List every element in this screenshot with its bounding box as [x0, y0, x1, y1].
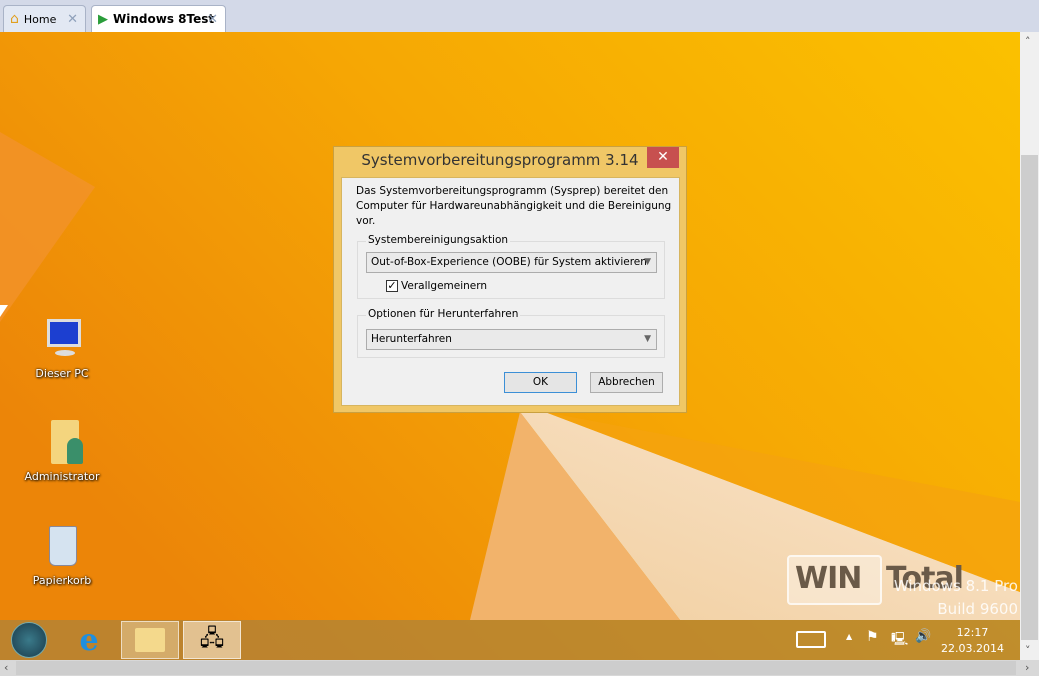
shutdown-options-select[interactable]: Herunterfahren ▼: [366, 329, 657, 350]
cleanup-action-group: Systembereinigungsaktion Out-of-Box-Expe…: [357, 234, 665, 299]
taskbar-network-app[interactable]: 🖧: [183, 621, 241, 659]
recycle-bin-icon: [37, 524, 87, 570]
start-icon: [11, 622, 47, 658]
generalize-checkbox[interactable]: ✓ Verallgemeinern: [386, 280, 487, 292]
action-center-flag-icon[interactable]: ⚑: [866, 629, 879, 645]
select-value: Out-of-Box-Experience (OOBE) für System …: [371, 256, 647, 268]
tab-label: Home: [23, 12, 57, 26]
home-icon: ⌂: [10, 11, 19, 27]
scroll-left-icon[interactable]: ‹: [4, 661, 8, 674]
cleanup-action-label: Systembereinigungsaktion: [366, 234, 511, 246]
close-button[interactable]: ✕: [647, 147, 679, 168]
generalize-label: Verallgemeinern: [401, 280, 488, 292]
icon-label: Papierkorb: [32, 574, 92, 587]
shutdown-options-label: Optionen für Herunterfahren: [366, 308, 521, 320]
watermark-build: Build 9600: [937, 600, 1018, 618]
clock-time: 12:17: [956, 626, 989, 639]
show-hidden-icons-icon[interactable]: ▲: [846, 632, 852, 641]
start-button[interactable]: [0, 621, 58, 659]
clock[interactable]: 12:17 22.03.2014: [941, 625, 1004, 657]
shutdown-options-group: Optionen für Herunterfahren Herunterfahr…: [357, 308, 665, 358]
internet-explorer-icon: e: [79, 622, 99, 658]
scroll-right-icon[interactable]: ›: [1025, 661, 1029, 674]
tab-home[interactable]: ⌂ Home ✕: [3, 5, 86, 32]
taskbar-file-explorer[interactable]: [121, 621, 179, 659]
folder-icon: [135, 628, 165, 652]
ok-button[interactable]: OK: [504, 372, 577, 393]
computer-icon: [37, 317, 87, 363]
icon-label: Administrator: [24, 470, 100, 483]
network-icon[interactable]: 🖳: [891, 630, 908, 652]
windows-watermark: Windows 8.1 Pro Build 9600: [894, 575, 1018, 621]
desktop-icon-dieser-pc[interactable]: Dieser PC: [17, 317, 107, 380]
taskbar-internet-explorer[interactable]: e: [60, 621, 118, 659]
touch-keyboard-icon[interactable]: [796, 631, 826, 648]
vm-play-icon: ▶: [98, 11, 108, 27]
tab-windows-8test[interactable]: ▶ Windows 8Test ✕: [91, 5, 226, 32]
clock-date: 22.03.2014: [941, 642, 1004, 655]
wintotal-logo: WIN Total: [787, 555, 964, 605]
cancel-button[interactable]: Abbrechen: [590, 372, 663, 393]
scroll-down-icon[interactable]: ˅: [1025, 644, 1031, 657]
chevron-down-icon: ▼: [644, 334, 651, 344]
system-tray: ▲ ⚑ 🖳 🔊 12:17 22.03.2014: [780, 620, 1020, 660]
horizontal-scroll-thumb[interactable]: [16, 661, 1016, 675]
volume-icon[interactable]: 🔊: [915, 629, 931, 644]
close-tab-icon[interactable]: ✕: [207, 12, 218, 27]
dialog-body: Das Systemvorbereitungsprogramm (Sysprep…: [341, 177, 680, 406]
tab-bar: ⌂ Home ✕ ▶ Windows 8Test ✕: [0, 0, 1039, 32]
scroll-up-icon[interactable]: ˄: [1025, 35, 1031, 48]
checkbox-checked-icon: ✓: [386, 279, 398, 292]
cleanup-action-select[interactable]: Out-of-Box-Experience (OOBE) für System …: [366, 252, 657, 273]
description-line: Das Systemvorbereitungsprogramm (Sysprep…: [356, 185, 669, 197]
vertical-scrollbar[interactable]: ˄ ˅: [1020, 32, 1039, 660]
description-line: Computer für Hardwareunabhängigkeit und …: [356, 200, 672, 227]
select-value: Herunterfahren: [371, 333, 452, 345]
desktop-icon-administrator[interactable]: Administrator: [17, 420, 107, 483]
horizontal-scrollbar[interactable]: ‹ ›: [0, 660, 1039, 676]
chevron-down-icon: ▼: [644, 257, 651, 267]
dialog-title: Systemvorbereitungsprogramm 3.14: [361, 151, 639, 169]
sysprep-dialog: Systemvorbereitungsprogramm 3.14 ✕ Das S…: [333, 146, 687, 413]
icon-label: Dieser PC: [35, 367, 89, 380]
desktop-icon-papierkorb[interactable]: Papierkorb: [17, 524, 107, 587]
mouse-cursor: [0, 305, 8, 317]
vertical-scroll-thumb[interactable]: [1021, 155, 1038, 640]
user-folder-icon: [37, 420, 87, 466]
close-tab-icon[interactable]: ✕: [67, 12, 78, 27]
taskbar: e 🖧 ▲ ⚑ 🖳 🔊 12:17 22.03.2014: [0, 620, 1020, 660]
network-computers-icon: 🖧: [199, 626, 225, 651]
dialog-description: Das Systemvorbereitungsprogramm (Sysprep…: [356, 184, 679, 229]
watermark-edition: Windows 8.1 Pro: [893, 577, 1018, 595]
tab-label: Windows 8Test: [113, 12, 215, 26]
